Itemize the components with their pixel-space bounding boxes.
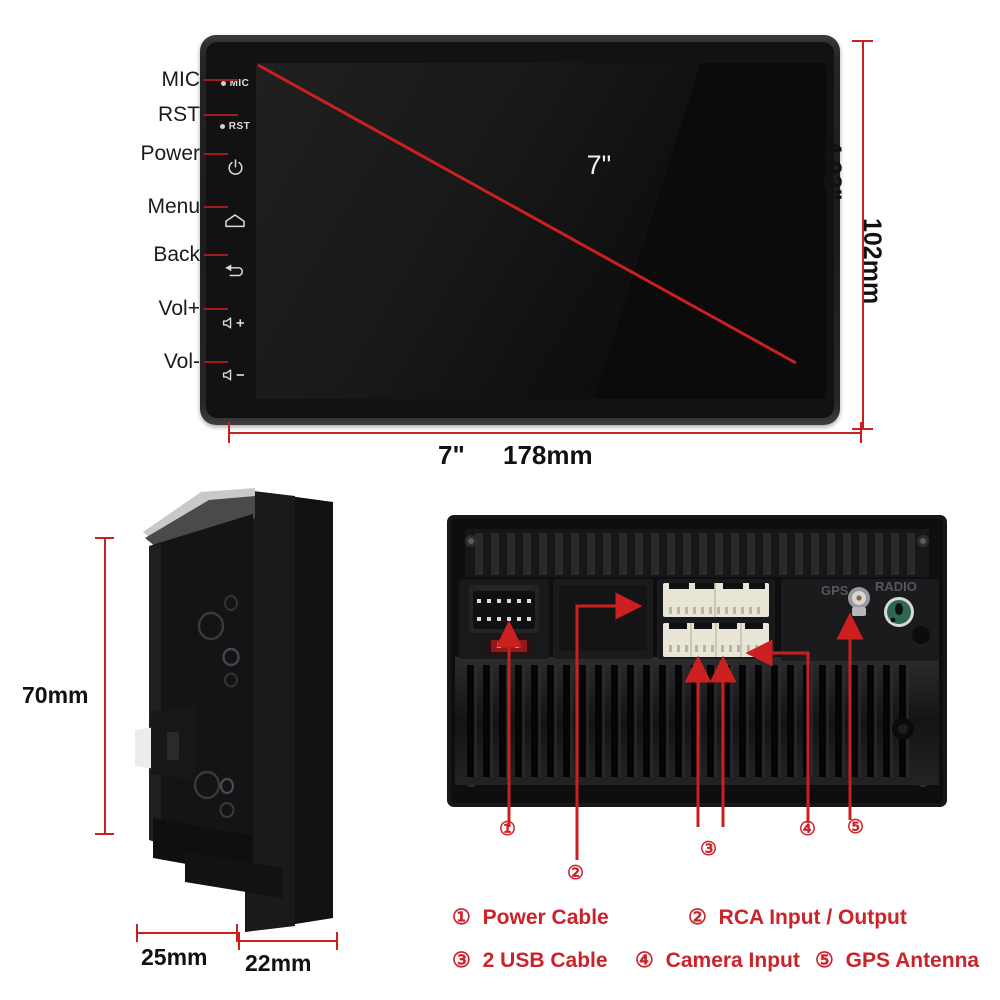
side-depth-rear-tick-right <box>336 932 338 950</box>
legend-number-1: ① <box>452 906 471 929</box>
legend-text-1: Power Cable <box>482 906 609 929</box>
legend-item-4: ④ Camera Input <box>635 948 800 973</box>
side-depth-rear-tick-left <box>238 932 240 950</box>
diagram-canvas: 7" MIC RST MIC RST Power Menu Back Vol+ … <box>0 0 1000 1000</box>
side-depth-front-dimension-line <box>136 932 238 934</box>
callout-number-2: ② <box>567 863 585 884</box>
leader-power <box>204 153 228 155</box>
legend-number-4: ④ <box>635 949 654 972</box>
button-back[interactable] <box>212 260 258 280</box>
side-depth-front-label: 25mm <box>141 944 208 970</box>
side-height-label: 70mm <box>22 682 89 708</box>
label-back: Back <box>153 243 200 266</box>
front-width-tick-left <box>228 422 230 443</box>
legend-text-4: Camera Input <box>665 949 800 972</box>
label-power: Power <box>140 142 200 165</box>
front-height-tick-bottom <box>852 428 873 430</box>
label-volume-down: Vol- <box>163 350 200 373</box>
side-height-dimension-line <box>104 537 106 835</box>
button-mic[interactable]: MIC <box>212 73 258 93</box>
legend-text-2: RCA Input / Output <box>718 906 907 929</box>
mic-dot-indicator-icon <box>220 80 226 86</box>
legend-number-5: ⑤ <box>815 949 834 972</box>
volume-up-icon <box>222 317 244 329</box>
label-volume-up: Vol+ <box>158 297 200 320</box>
side-height-tick-bottom <box>95 833 114 835</box>
leader-mic <box>204 79 238 81</box>
side-depth-rear-label: 22mm <box>245 950 312 976</box>
front-width-mm-label: 178mm <box>503 440 593 470</box>
side-view-unit <box>105 480 385 940</box>
button-menu[interactable] <box>212 210 258 230</box>
button-power[interactable] <box>212 157 258 177</box>
front-width-tick-right <box>860 422 862 443</box>
front-width-inch-label: 7" <box>438 440 465 470</box>
screen-size-label: 7" <box>586 150 612 181</box>
back-arrow-icon <box>225 263 243 276</box>
legend-number-2: ② <box>688 906 707 929</box>
rear-callout-arrows <box>495 592 864 860</box>
leader-volume-up <box>204 308 228 310</box>
screen-reflection <box>256 63 701 399</box>
leader-rst <box>204 114 238 116</box>
leader-back <box>204 254 228 256</box>
front-width-dimension-line <box>228 432 862 434</box>
legend-item-3: ③ 2 USB Cable <box>452 948 608 973</box>
callout-number-5: ⑤ <box>847 817 865 838</box>
rst-label: RST <box>228 120 251 132</box>
legend-item-5: ⑤ GPS Antenna <box>815 948 979 973</box>
front-height-mm-label: 102mm <box>858 218 886 305</box>
label-rst: RST <box>158 103 200 126</box>
home-menu-icon <box>225 213 245 227</box>
button-volume-up[interactable] <box>212 313 258 333</box>
leader-volume-down <box>204 361 228 363</box>
side-height-tick-top <box>95 537 114 539</box>
power-icon <box>227 158 243 175</box>
label-menu: Menu <box>147 195 200 218</box>
legend-number-3: ③ <box>452 949 471 972</box>
callout-number-1: ① <box>499 819 517 840</box>
leader-menu <box>204 206 228 208</box>
legend-text-3: 2 USB Cable <box>482 949 608 972</box>
reset-dot-indicator-icon <box>219 123 225 129</box>
button-rst[interactable]: RST <box>212 116 258 136</box>
legend-item-1: ① Power Cable <box>452 905 609 930</box>
button-strip: MIC RST <box>212 45 258 415</box>
front-height-tick-top <box>852 40 873 42</box>
legend-text-5: GPS Antenna <box>845 949 980 972</box>
side-depth-rear-dimension-line <box>238 940 338 942</box>
button-volume-down[interactable] <box>212 365 258 385</box>
volume-down-icon <box>222 369 244 381</box>
front-view-unit: 7" MIC RST <box>200 35 840 425</box>
legend-item-2: ② RCA Input / Output <box>688 905 907 930</box>
touchscreen-display: 7" <box>256 63 826 399</box>
side-depth-front-tick-left <box>136 924 138 942</box>
callout-number-4: ④ <box>799 819 817 840</box>
label-mic: MIC <box>161 68 201 91</box>
front-height-inch-label: 4.02" <box>818 140 846 201</box>
callout-number-3: ③ <box>700 839 718 860</box>
